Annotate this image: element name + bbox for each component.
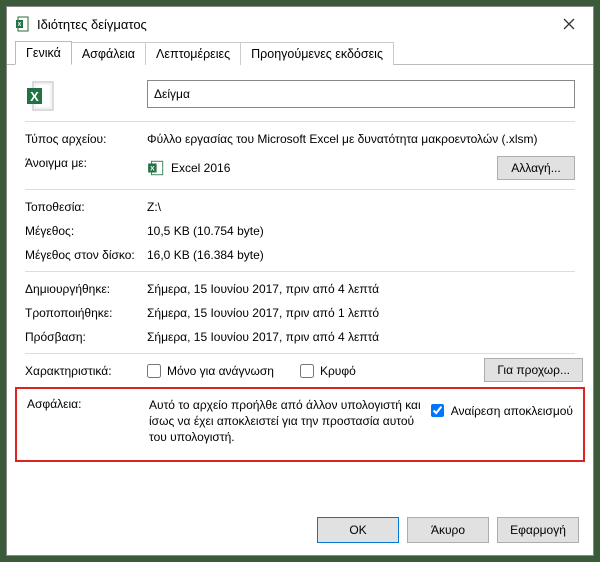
- modified-label: Τροποποιήθηκε:: [25, 306, 147, 320]
- properties-dialog: X Ιδιότητες δείγματος Γενικά Ασφάλεια Λε…: [6, 6, 594, 556]
- size-row: Μέγεθος: 10,5 KB (10.754 byte): [25, 219, 575, 243]
- unblock-checkbox[interactable]: Αναίρεση αποκλεισμού: [427, 401, 573, 420]
- location-label: Τοποθεσία:: [25, 200, 147, 214]
- titlebar: X Ιδιότητες δείγματος: [7, 7, 593, 41]
- advanced-attributes-button[interactable]: Για προχωρ...: [484, 358, 583, 382]
- created-value: Σήμερα, 15 Ιουνίου 2017, πριν από 4 λεπτ…: [147, 282, 575, 296]
- svg-text:X: X: [150, 165, 155, 172]
- type-value: Φύλλο εργασίας του Microsoft Excel με δυ…: [147, 132, 575, 146]
- tab-security[interactable]: Ασφάλεια: [71, 42, 146, 65]
- accessed-row: Πρόσβαση: Σήμερα, 15 Ιουνίου 2017, πριν …: [25, 325, 575, 349]
- size-on-disk-row: Μέγεθος στον δίσκο: 16,0 KB (16.384 byte…: [25, 243, 575, 267]
- opens-with-row: Άνοιγμα με: X Excel 2016 Αλλαγή...: [25, 151, 575, 185]
- opens-with-value: X Excel 2016: [147, 159, 230, 177]
- unblock-label: Αναίρεση αποκλεισμού: [451, 404, 573, 418]
- security-section: Ασφάλεια: Αυτό το αρχείο προήλθε από άλλ…: [15, 387, 585, 462]
- type-label: Τύπος αρχείου:: [25, 132, 147, 146]
- size-on-disk-label: Μέγεθος στον δίσκο:: [25, 248, 147, 262]
- filename-input[interactable]: [147, 80, 575, 108]
- dialog-body: X Τύπος αρχείου: Φύλλο εργασίας του Micr…: [7, 65, 593, 509]
- close-button[interactable]: [553, 13, 585, 35]
- size-on-disk-value: 16,0 KB (16.384 byte): [147, 248, 575, 262]
- readonly-checkbox[interactable]: Μόνο για ανάγνωση: [147, 364, 274, 378]
- unblock-checkbox-input[interactable]: [431, 404, 444, 417]
- hidden-checkbox[interactable]: Κρυφό: [300, 364, 356, 378]
- attributes-label: Χαρακτηριστικά:: [25, 364, 147, 378]
- opens-with-label: Άνοιγμα με:: [25, 156, 147, 170]
- tab-strip: Γενικά Ασφάλεια Λεπτομέρειες Προηγούμενε…: [7, 41, 593, 65]
- modified-value: Σήμερα, 15 Ιουνίου 2017, πριν από 1 λεπτ…: [147, 306, 575, 320]
- location-row: Τοποθεσία: Z:\: [25, 189, 575, 219]
- opens-with-app: Excel 2016: [171, 161, 230, 175]
- security-label: Ασφάλεια:: [27, 397, 149, 411]
- readonly-label: Μόνο για ανάγνωση: [167, 364, 274, 378]
- created-row: Δημιουργήθηκε: Σήμερα, 15 Ιουνίου 2017, …: [25, 271, 575, 301]
- apply-button[interactable]: Εφαρμογή: [497, 517, 579, 543]
- tab-details[interactable]: Λεπτομέρειες: [145, 42, 241, 65]
- accessed-value: Σήμερα, 15 Ιουνίου 2017, πριν από 4 λεπτ…: [147, 330, 575, 344]
- hidden-checkbox-input[interactable]: [300, 364, 314, 378]
- change-app-button[interactable]: Αλλαγή...: [497, 156, 575, 180]
- file-icon-large: X: [25, 80, 147, 112]
- type-row: Τύπος αρχείου: Φύλλο εργασίας του Micros…: [25, 121, 575, 151]
- accessed-label: Πρόσβαση:: [25, 330, 147, 344]
- ok-button[interactable]: OK: [317, 517, 399, 543]
- hidden-label: Κρυφό: [320, 364, 356, 378]
- tab-general[interactable]: Γενικά: [15, 41, 72, 65]
- created-label: Δημιουργήθηκε:: [25, 282, 147, 296]
- window-title: Ιδιότητες δείγματος: [37, 17, 553, 32]
- size-label: Μέγεθος:: [25, 224, 147, 238]
- attributes-row: Χαρακτηριστικά: Μόνο για ανάγνωση Κρυφό …: [25, 353, 575, 383]
- close-icon: [563, 18, 575, 30]
- tab-previous-versions[interactable]: Προηγούμενες εκδόσεις: [240, 42, 394, 65]
- dialog-footer: OK Άκυρο Εφαρμογή: [7, 509, 593, 555]
- svg-text:X: X: [30, 89, 39, 104]
- size-value: 10,5 KB (10.754 byte): [147, 224, 575, 238]
- location-value: Z:\: [147, 200, 575, 214]
- cancel-button[interactable]: Άκυρο: [407, 517, 489, 543]
- excel-file-icon: X: [15, 16, 31, 32]
- name-row: X: [25, 75, 575, 117]
- svg-text:X: X: [18, 22, 22, 28]
- security-text: Αυτό το αρχείο προήλθε από άλλον υπολογι…: [149, 397, 427, 446]
- modified-row: Τροποποιήθηκε: Σήμερα, 15 Ιουνίου 2017, …: [25, 301, 575, 325]
- excel-app-icon: X: [147, 159, 165, 177]
- readonly-checkbox-input[interactable]: [147, 364, 161, 378]
